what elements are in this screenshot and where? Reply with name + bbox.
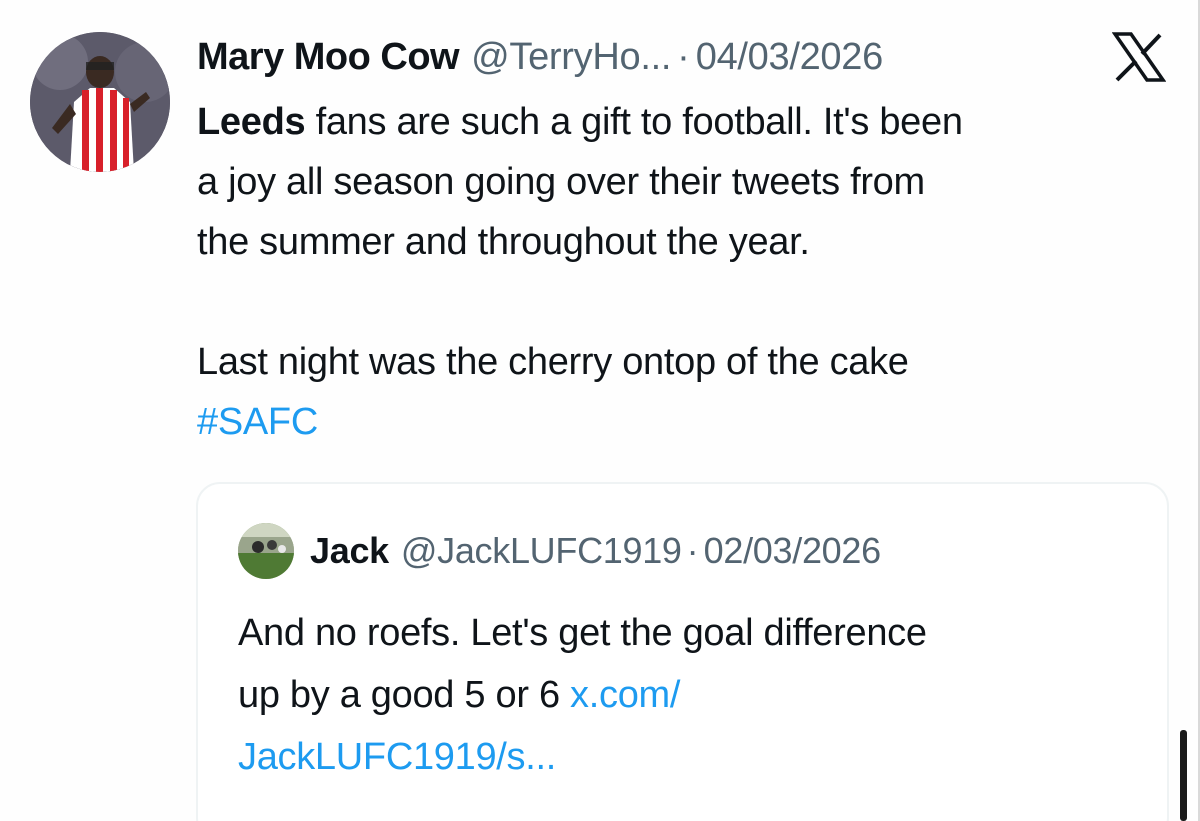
quoted-tweet-text: And no roefs. Let's get the goal differe… [238, 602, 1138, 788]
quoted-text-line-2: up by a good 5 or 6 x.com/ [238, 664, 1138, 726]
quoted-url-link-part-1[interactable]: x.com/ [570, 674, 680, 716]
author-avatar-image [30, 32, 170, 172]
tweet-screenshot: Mary Moo Cow @TerryHo... · 04/03/2026 Le… [0, 0, 1200, 821]
quoted-author-avatar[interactable] [238, 523, 294, 579]
author-handle[interactable]: @TerryHo... [471, 30, 671, 84]
tweet-header: Mary Moo Cow @TerryHo... · 04/03/2026 [197, 30, 883, 84]
tweet-text-line-1: Leeds fans are such a gift to football. … [197, 92, 1187, 152]
x-logo-icon[interactable] [1112, 32, 1166, 82]
tweet-text-line-1-rest: fans are such a gift to football. It's b… [305, 101, 963, 143]
quoted-header-separator: · [686, 530, 699, 571]
quoted-url-link-part-2[interactable]: JackLUFC1919/s... [238, 726, 1138, 788]
tweet-text-line-3: the summer and throughout the year. [197, 221, 810, 263]
header-separator: · [677, 36, 690, 78]
quoted-tweet-header: Jack @JackLUFC1919 · 02/03/2026 [238, 523, 881, 579]
tweet-text-bold-word: Leeds [197, 101, 306, 143]
quoted-text-line-1: And no roefs. Let's get the goal differe… [238, 612, 927, 654]
author-avatar[interactable] [30, 32, 170, 172]
quoted-text-line-2-text: up by a good 5 or 6 [238, 674, 571, 716]
tweet-text-line-4: Last night was the cherry ontop of the c… [197, 341, 909, 383]
tweet-text: Leeds fans are such a gift to football. … [197, 92, 1187, 452]
hashtag-link[interactable]: #SAFC [197, 392, 1187, 452]
quoted-author-display-name[interactable]: Jack [310, 526, 389, 576]
quoted-author-avatar-image [238, 523, 294, 579]
author-display-name[interactable]: Mary Moo Cow [197, 30, 460, 84]
tweet-date[interactable]: 04/03/2026 [696, 30, 883, 84]
tweet-text-line-2: a joy all season going over their tweets… [197, 161, 925, 203]
quoted-tweet-date[interactable]: 02/03/2026 [704, 526, 881, 576]
quoted-tweet[interactable]: Jack @JackLUFC1919 · 02/03/2026 And no r… [196, 482, 1169, 821]
quoted-author-handle[interactable]: @JackLUFC1919 [401, 526, 682, 576]
scrollbar-thumb[interactable] [1180, 730, 1187, 821]
